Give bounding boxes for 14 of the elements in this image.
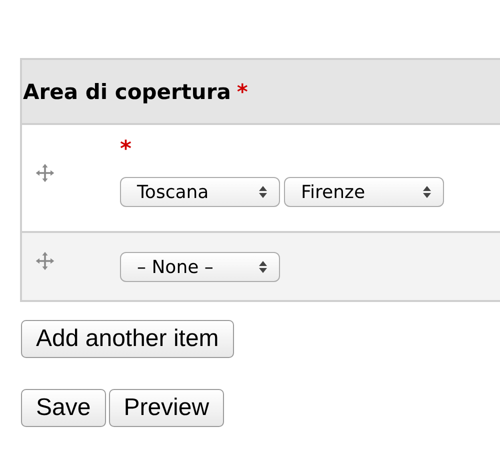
- drag-handle-icon[interactable]: [34, 250, 56, 272]
- action-button[interactable]: Preview: [108, 389, 224, 427]
- select-dropdown[interactable]: Firenze: [284, 177, 444, 207]
- required-mark: *: [120, 137, 133, 163]
- action-button[interactable]: Save: [21, 389, 106, 427]
- updown-arrows-icon: [423, 186, 431, 198]
- select-dropdown[interactable]: Toscana: [120, 177, 280, 207]
- updown-arrows-icon: [259, 261, 267, 273]
- required-mark: *: [236, 80, 248, 104]
- drag-handle-icon[interactable]: [34, 162, 56, 184]
- select-dropdown[interactable]: – None –: [120, 252, 280, 282]
- add-item-button[interactable]: Add another item: [21, 320, 234, 358]
- updown-arrows-icon: [259, 186, 267, 198]
- field-label: Area di copertura: [22, 80, 231, 104]
